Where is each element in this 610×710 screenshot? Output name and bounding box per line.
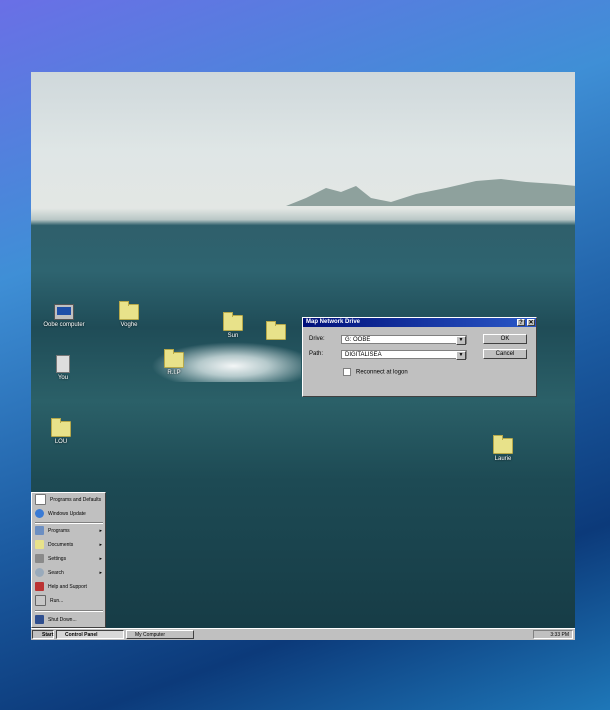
chevron-down-icon[interactable]: ▼ [456,351,466,360]
drive-select[interactable]: G: OOBE ▼ [341,335,467,345]
submenu-arrow-icon: ▸ [99,528,102,534]
chevron-down-icon[interactable]: ▼ [456,336,466,345]
taskbar-button-label: My Computer [135,632,166,638]
close-button[interactable]: ✕ [527,319,535,326]
start-label: Start [42,632,54,638]
taskbar: Start Control Panel My Computer 3:33 PM [31,628,575,640]
help-button[interactable]: ? [517,319,525,326]
desktop-icon-laurie[interactable]: Laurie [473,435,533,462]
menu-separator [35,522,103,524]
checkbox-box[interactable] [343,368,351,376]
menu-item-windows-update[interactable]: Windows Update [35,508,105,520]
submenu-arrow-icon: ▸ [99,556,102,562]
menu-item-documents[interactable]: Documents ▸ [35,539,105,551]
folder-icon [164,349,184,368]
folder-icon [51,418,71,437]
globe-icon [35,509,44,519]
ok-button[interactable]: OK [483,334,527,344]
computer-icon [54,304,74,320]
cancel-button[interactable]: Cancel [483,349,527,359]
recycle-bin-icon [56,355,70,373]
drive-label: Drive: [309,336,325,342]
run-icon [35,595,46,607]
menu-item-shut-down[interactable]: Shut Down... [35,614,105,626]
desktop-icon-label: Oobe computer [43,322,85,328]
shutdown-icon [35,615,44,625]
start-button[interactable]: Start [32,630,54,639]
reconnect-label: Reconnect at logon [356,369,408,376]
programs-icon [35,526,44,536]
menu-item-run[interactable]: Run... [35,595,105,607]
menu-separator [35,610,103,612]
documents-icon [35,540,44,550]
desktop-icon-label: You [57,375,69,381]
map-network-drive-dialog: Map Network Drive ? ✕ Drive: G: OOBE ▼ P… [302,317,537,397]
desktop-icon-you[interactable]: You [33,355,93,381]
submenu-arrow-icon: ▸ [99,570,102,576]
menu-item-help-support[interactable]: Help and Support [35,581,105,593]
desktop-icon-lou[interactable]: LOU [31,418,91,445]
programs-defaults-icon [35,494,46,506]
dialog-titlebar[interactable]: Map Network Drive ? ✕ [303,318,536,327]
distant-island [286,179,575,206]
path-value: DIGITALISEA [345,352,382,358]
menu-item-programs[interactable]: Programs ▸ [35,525,105,537]
path-label: Path: [309,351,324,357]
taskbar-button-control-panel[interactable]: Control Panel [56,630,124,639]
taskbar-button-label: Control Panel [65,632,98,638]
submenu-arrow-icon: ▸ [99,542,102,548]
folder-icon [119,301,139,320]
reconnect-checkbox[interactable]: Reconnect at logon [343,368,408,376]
start-menu: Programs and Defaults Windows Update Pro… [31,492,106,628]
search-icon [35,568,44,578]
desktop-icon-oobe-computer[interactable]: Oobe computer [34,304,94,328]
desktop: Oobe computer Voghe Sun You R.I.P LOU La… [31,72,575,640]
clock: 3:33 PM [550,632,569,638]
menu-item-search[interactable]: Search ▸ [35,567,105,579]
folder-icon [493,435,513,454]
menu-item-programs-defaults[interactable]: Programs and Defaults [35,494,105,506]
taskbar-button-my-computer[interactable]: My Computer [126,630,194,639]
desktop-icon-label: Laurie [494,456,512,462]
desktop-icon-label: Voghe [120,322,138,328]
desktop-icon-folder[interactable] [246,321,306,342]
folder-icon [266,321,286,340]
desktop-icon-label: R.I.P [167,370,181,376]
menu-item-settings[interactable]: Settings ▸ [35,553,105,565]
drive-value: G: OOBE [345,337,371,343]
settings-icon [35,554,44,564]
help-book-icon [35,582,44,592]
desktop-icon-rip[interactable]: R.I.P [144,349,204,376]
desktop-icon-label: LOU [54,439,68,445]
folder-icon [223,312,243,331]
desktop-icon-voghe[interactable]: Voghe [99,301,159,328]
dialog-title: Map Network Drive [306,319,361,325]
system-tray: 3:33 PM [533,630,573,639]
path-select[interactable]: DIGITALISEA ▼ [341,350,467,360]
